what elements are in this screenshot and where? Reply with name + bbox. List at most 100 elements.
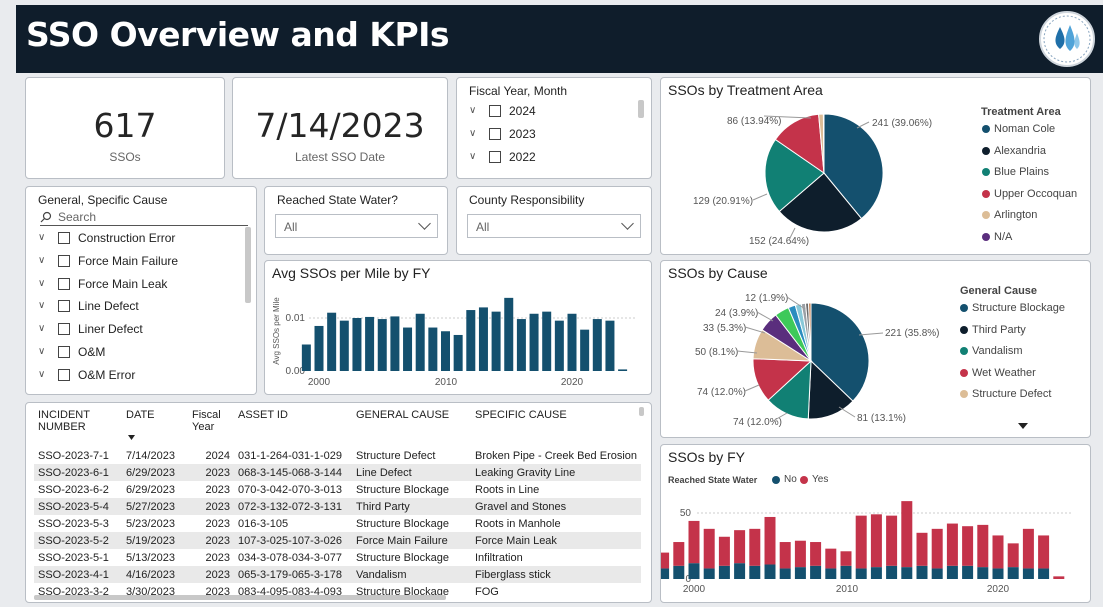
bar-segment[interactable] bbox=[688, 520, 700, 564]
bar[interactable] bbox=[491, 311, 501, 371]
table-row[interactable]: SSO-2023-5-4 5/27/2023 2023 072-3-132-072-3… bbox=[34, 498, 642, 515]
table-row[interactable]: SSO-2023-7-1 7/14/2023 2024 031-1-264-031-1… bbox=[34, 447, 641, 464]
bar[interactable] bbox=[403, 327, 413, 371]
vertical-scrollbar[interactable] bbox=[639, 407, 644, 416]
column-header-incident[interactable]: INCIDENT NUMBER bbox=[34, 409, 122, 447]
legend-item[interactable]: Upper Occoquan bbox=[982, 188, 1077, 200]
bar-segment[interactable] bbox=[840, 565, 852, 579]
column-header-fiscal-year[interactable]: Fiscal Year bbox=[188, 409, 234, 447]
chevron-down-icon[interactable]: ∨ bbox=[38, 370, 48, 380]
legend-scroll-down-icon[interactable] bbox=[1018, 423, 1028, 431]
bar-segment[interactable] bbox=[673, 565, 685, 579]
bar-segment[interactable] bbox=[916, 532, 928, 566]
chevron-down-icon[interactable]: ∨ bbox=[38, 301, 48, 311]
pie-slice[interactable] bbox=[822, 113, 825, 174]
bar-segment[interactable] bbox=[794, 567, 806, 579]
checkbox[interactable] bbox=[58, 255, 70, 267]
bar-segment[interactable] bbox=[916, 565, 928, 579]
table-row[interactable]: SSO-2023-5-3 5/23/2023 2023 016-3-105 Struct… bbox=[34, 515, 641, 532]
column-header-date[interactable]: DATE bbox=[122, 409, 188, 447]
bar[interactable] bbox=[516, 319, 526, 371]
bar-segment[interactable] bbox=[855, 515, 867, 569]
cause-item[interactable]: ∨ Line Defect bbox=[38, 295, 139, 317]
checkbox[interactable] bbox=[489, 105, 501, 117]
bar[interactable] bbox=[377, 319, 387, 371]
bar-segment[interactable] bbox=[825, 548, 837, 569]
bar[interactable] bbox=[428, 327, 438, 371]
checkbox[interactable] bbox=[489, 151, 501, 163]
legend-item[interactable]: Vandalism bbox=[960, 345, 1023, 357]
bar-segment[interactable] bbox=[734, 563, 746, 579]
bar-segment[interactable] bbox=[977, 567, 989, 579]
checkbox[interactable] bbox=[58, 278, 70, 290]
cause-item[interactable]: ∨ Liner Defect bbox=[38, 318, 143, 340]
bar-segment[interactable] bbox=[764, 516, 776, 565]
bar-segment[interactable] bbox=[1007, 567, 1019, 579]
bar-segment[interactable] bbox=[946, 565, 958, 579]
bar-segment[interactable] bbox=[901, 501, 913, 568]
legend-item[interactable]: Third Party bbox=[960, 324, 1026, 336]
bar-segment[interactable] bbox=[810, 565, 822, 579]
legend-item[interactable]: Wet Weather bbox=[960, 367, 1036, 379]
checkbox[interactable] bbox=[58, 346, 70, 358]
bar[interactable] bbox=[466, 310, 476, 371]
bar[interactable] bbox=[301, 344, 311, 372]
checkbox[interactable] bbox=[489, 128, 501, 140]
bar[interactable] bbox=[327, 312, 337, 371]
bar-segment[interactable] bbox=[931, 528, 943, 569]
chevron-down-icon[interactable]: ∨ bbox=[38, 279, 48, 289]
table-row[interactable]: SSO-2023-5-1 5/13/2023 2023 034-3-078-034-3… bbox=[34, 549, 641, 566]
legend-item[interactable]: Structure Defect bbox=[960, 388, 1051, 400]
cause-item[interactable]: ∨ O&M Error bbox=[38, 364, 135, 386]
column-header-general-cause[interactable]: GENERAL CAUSE bbox=[352, 409, 471, 447]
bar-segment[interactable] bbox=[931, 568, 943, 579]
cause-item[interactable]: ∨ O&M bbox=[38, 341, 105, 363]
chevron-down-icon[interactable]: ∨ bbox=[469, 129, 479, 139]
legend-item[interactable]: Alexandria bbox=[982, 145, 1046, 157]
fiscal-item[interactable]: ∨ 2023 bbox=[469, 123, 536, 145]
bar[interactable] bbox=[352, 318, 362, 371]
table-row[interactable]: SSO-2023-5-2 5/19/2023 2023 107-3-025-107-3… bbox=[34, 532, 642, 549]
bar-segment[interactable] bbox=[977, 524, 989, 568]
scrollbar[interactable] bbox=[245, 227, 251, 303]
bar-segment[interactable] bbox=[779, 542, 791, 569]
table-row[interactable]: SSO-2023-6-2 6/29/2023 2023 070-3-042-070-3… bbox=[34, 481, 641, 498]
scrollbar[interactable] bbox=[638, 100, 644, 118]
horizontal-scrollbar[interactable] bbox=[34, 595, 446, 600]
bar[interactable] bbox=[441, 331, 450, 371]
bar-segment[interactable] bbox=[946, 523, 958, 566]
bar-segment[interactable] bbox=[962, 526, 974, 566]
cause-item[interactable]: ∨ Force Main Failure bbox=[38, 250, 178, 272]
legend-item[interactable]: Structure Blockage bbox=[960, 302, 1065, 314]
bar-segment[interactable] bbox=[1038, 535, 1050, 569]
cause-item[interactable]: ∨ Force Main Leak bbox=[38, 273, 167, 295]
chevron-down-icon[interactable]: ∨ bbox=[38, 256, 48, 266]
checkbox[interactable] bbox=[58, 232, 70, 244]
bar-segment[interactable] bbox=[992, 568, 1004, 579]
bar[interactable] bbox=[390, 316, 400, 371]
bar-segment[interactable] bbox=[794, 540, 806, 568]
bar-segment[interactable] bbox=[855, 568, 867, 579]
legend-item[interactable]: N/A bbox=[982, 231, 1012, 243]
checkbox[interactable] bbox=[58, 369, 70, 381]
bar[interactable] bbox=[339, 320, 349, 371]
table-row[interactable]: SSO-2023-4-1 4/16/2023 2023 065-3-179-065-3… bbox=[34, 566, 642, 583]
bar[interactable] bbox=[504, 297, 514, 371]
fiscal-item[interactable]: ∨ 2024 bbox=[469, 100, 536, 122]
state-water-dropdown[interactable]: All bbox=[275, 214, 438, 238]
fiscal-item[interactable]: ∨ 2022 bbox=[469, 146, 536, 168]
bar-segment[interactable] bbox=[1007, 543, 1019, 568]
column-header-asset-id[interactable]: ASSET ID bbox=[234, 409, 352, 447]
chevron-down-icon[interactable]: ∨ bbox=[38, 324, 48, 334]
county-resp-dropdown[interactable]: All bbox=[467, 214, 641, 238]
bar-segment[interactable] bbox=[886, 565, 898, 579]
bar-segment[interactable] bbox=[749, 565, 761, 579]
bar-segment[interactable] bbox=[886, 515, 898, 566]
checkbox[interactable] bbox=[58, 323, 70, 335]
bar-segment[interactable] bbox=[840, 551, 852, 566]
bar-segment[interactable] bbox=[764, 564, 776, 579]
bar-segment[interactable] bbox=[1022, 568, 1034, 579]
bar-segment[interactable] bbox=[1022, 528, 1034, 569]
bar[interactable] bbox=[478, 307, 488, 371]
bar-segment[interactable] bbox=[962, 565, 974, 579]
